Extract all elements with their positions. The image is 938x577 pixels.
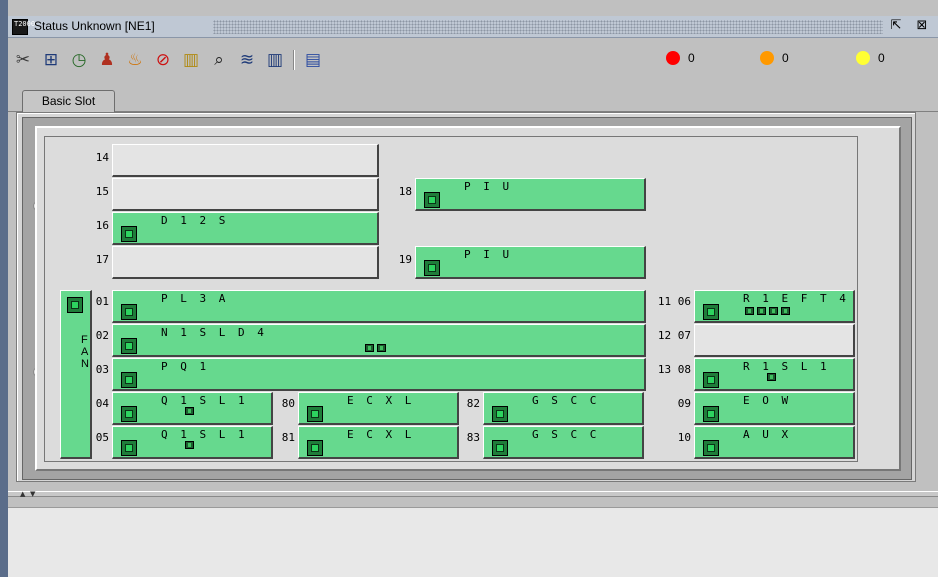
slot-number: 83 — [466, 431, 480, 444]
board-slot[interactable]: P I U — [415, 178, 646, 211]
bottom-info-panel — [8, 507, 938, 577]
board-slot[interactable]: E C X L — [298, 392, 459, 425]
slot-number: 03 — [95, 363, 109, 376]
slot-number: 01 — [95, 295, 109, 308]
slot-number: 02 — [95, 329, 109, 342]
board-status-led-icon — [703, 406, 719, 422]
board-label: R 1 E F T 4 — [743, 292, 849, 305]
slot-number: 04 — [95, 397, 109, 410]
board-status-led-icon — [703, 372, 719, 388]
slot-number: 09 — [677, 397, 691, 410]
board-slot[interactable]: R 1 S L 1 — [694, 358, 855, 391]
empty-slot[interactable] — [112, 144, 379, 177]
board-label: Q 1 S L 1 — [161, 428, 248, 441]
board-status-led-icon — [307, 406, 323, 422]
board-label: G S C C — [532, 394, 600, 407]
board-label: E C X L — [347, 428, 415, 441]
board-status-led-icon — [492, 406, 508, 422]
slot-number: 82 — [466, 397, 480, 410]
board-label: R 1 S L 1 — [743, 360, 830, 373]
slot-number: 13 08 — [657, 363, 691, 376]
board-slot[interactable]: G S C C — [483, 392, 644, 425]
empty-slot[interactable] — [112, 246, 379, 279]
slot-number: 81 — [281, 431, 295, 444]
board-status-led-icon — [121, 338, 137, 354]
port-icon — [745, 307, 754, 315]
board-slot[interactable]: P L 3 A — [112, 290, 646, 323]
board-label: E O W — [743, 394, 792, 407]
port-icon — [767, 373, 776, 381]
slot-number: 11 06 — [657, 295, 691, 308]
board-label: Q 1 S L 1 — [161, 394, 248, 407]
slot-number: 14 — [95, 151, 109, 164]
board-label: P I U — [464, 180, 513, 193]
slot-number: 17 — [95, 253, 109, 266]
board-label: G S C C — [532, 428, 600, 441]
board-slot[interactable]: Q 1 S L 1 — [112, 392, 273, 425]
shelf-slots: 14 15 16 D 1 2 S 17 18 P I U 19 P I U 01 P L 3 A 02… — [0, 0, 938, 491]
port-icon — [185, 441, 194, 449]
port-icon — [377, 344, 386, 352]
board-status-led-icon — [121, 304, 137, 320]
board-label: P Q 1 — [161, 360, 210, 373]
board-slot[interactable]: G S C C — [483, 426, 644, 459]
slot-number: 10 — [677, 431, 691, 444]
collapse-up-icon[interactable]: ▲ — [20, 491, 25, 498]
board-slot[interactable]: Q 1 S L 1 — [112, 426, 273, 459]
board-label: N 1 S L D 4 — [161, 326, 267, 339]
board-label: P L 3 A — [161, 292, 229, 305]
board-status-led-icon — [424, 192, 440, 208]
board-slot[interactable]: R 1 E F T 4 — [694, 290, 855, 323]
board-slot[interactable]: N 1 S L D 4 — [112, 324, 646, 357]
split-divider[interactable]: ▲ ▼ — [8, 491, 938, 498]
board-slot[interactable]: P I U — [415, 246, 646, 279]
board-status-led-icon — [121, 226, 137, 242]
board-label: D 1 2 S — [161, 214, 229, 227]
fan-label-letter: A — [81, 346, 89, 358]
board-label: P I U — [464, 248, 513, 261]
slot-number: 80 — [281, 397, 295, 410]
fan-unit[interactable]: FAN — [60, 290, 92, 459]
port-icon — [185, 407, 194, 415]
slot-number: 15 — [95, 185, 109, 198]
board-status-led-icon — [121, 406, 137, 422]
board-status-led-icon — [121, 372, 137, 388]
board-status-led-icon — [424, 260, 440, 276]
board-slot[interactable]: A U X — [694, 426, 855, 459]
slot-number: 18 — [398, 185, 412, 198]
slot-number: 05 — [95, 431, 109, 444]
port-icon — [365, 344, 374, 352]
board-slot[interactable]: P Q 1 — [112, 358, 646, 391]
fan-label-letter: F — [81, 334, 88, 346]
empty-slot[interactable] — [112, 178, 379, 211]
board-label: A U X — [743, 428, 792, 441]
board-slot[interactable]: E C X L — [298, 426, 459, 459]
slot-number: 12 07 — [657, 329, 691, 342]
empty-slot[interactable] — [694, 324, 855, 357]
port-icon — [769, 307, 778, 315]
board-slot[interactable]: D 1 2 S — [112, 212, 379, 245]
board-status-led-icon — [307, 440, 323, 456]
port-icon — [757, 307, 766, 315]
board-status-led-icon — [703, 304, 719, 320]
fan-status-led-icon — [67, 297, 83, 313]
slot-number: 19 — [398, 253, 412, 266]
board-status-led-icon — [121, 440, 137, 456]
fan-label-letter: N — [81, 358, 89, 370]
port-icon — [781, 307, 790, 315]
board-status-led-icon — [703, 440, 719, 456]
board-label: E C X L — [347, 394, 415, 407]
board-slot[interactable]: E O W — [694, 392, 855, 425]
board-status-led-icon — [492, 440, 508, 456]
expand-down-icon[interactable]: ▼ — [30, 491, 35, 498]
slot-number: 16 — [95, 219, 109, 232]
